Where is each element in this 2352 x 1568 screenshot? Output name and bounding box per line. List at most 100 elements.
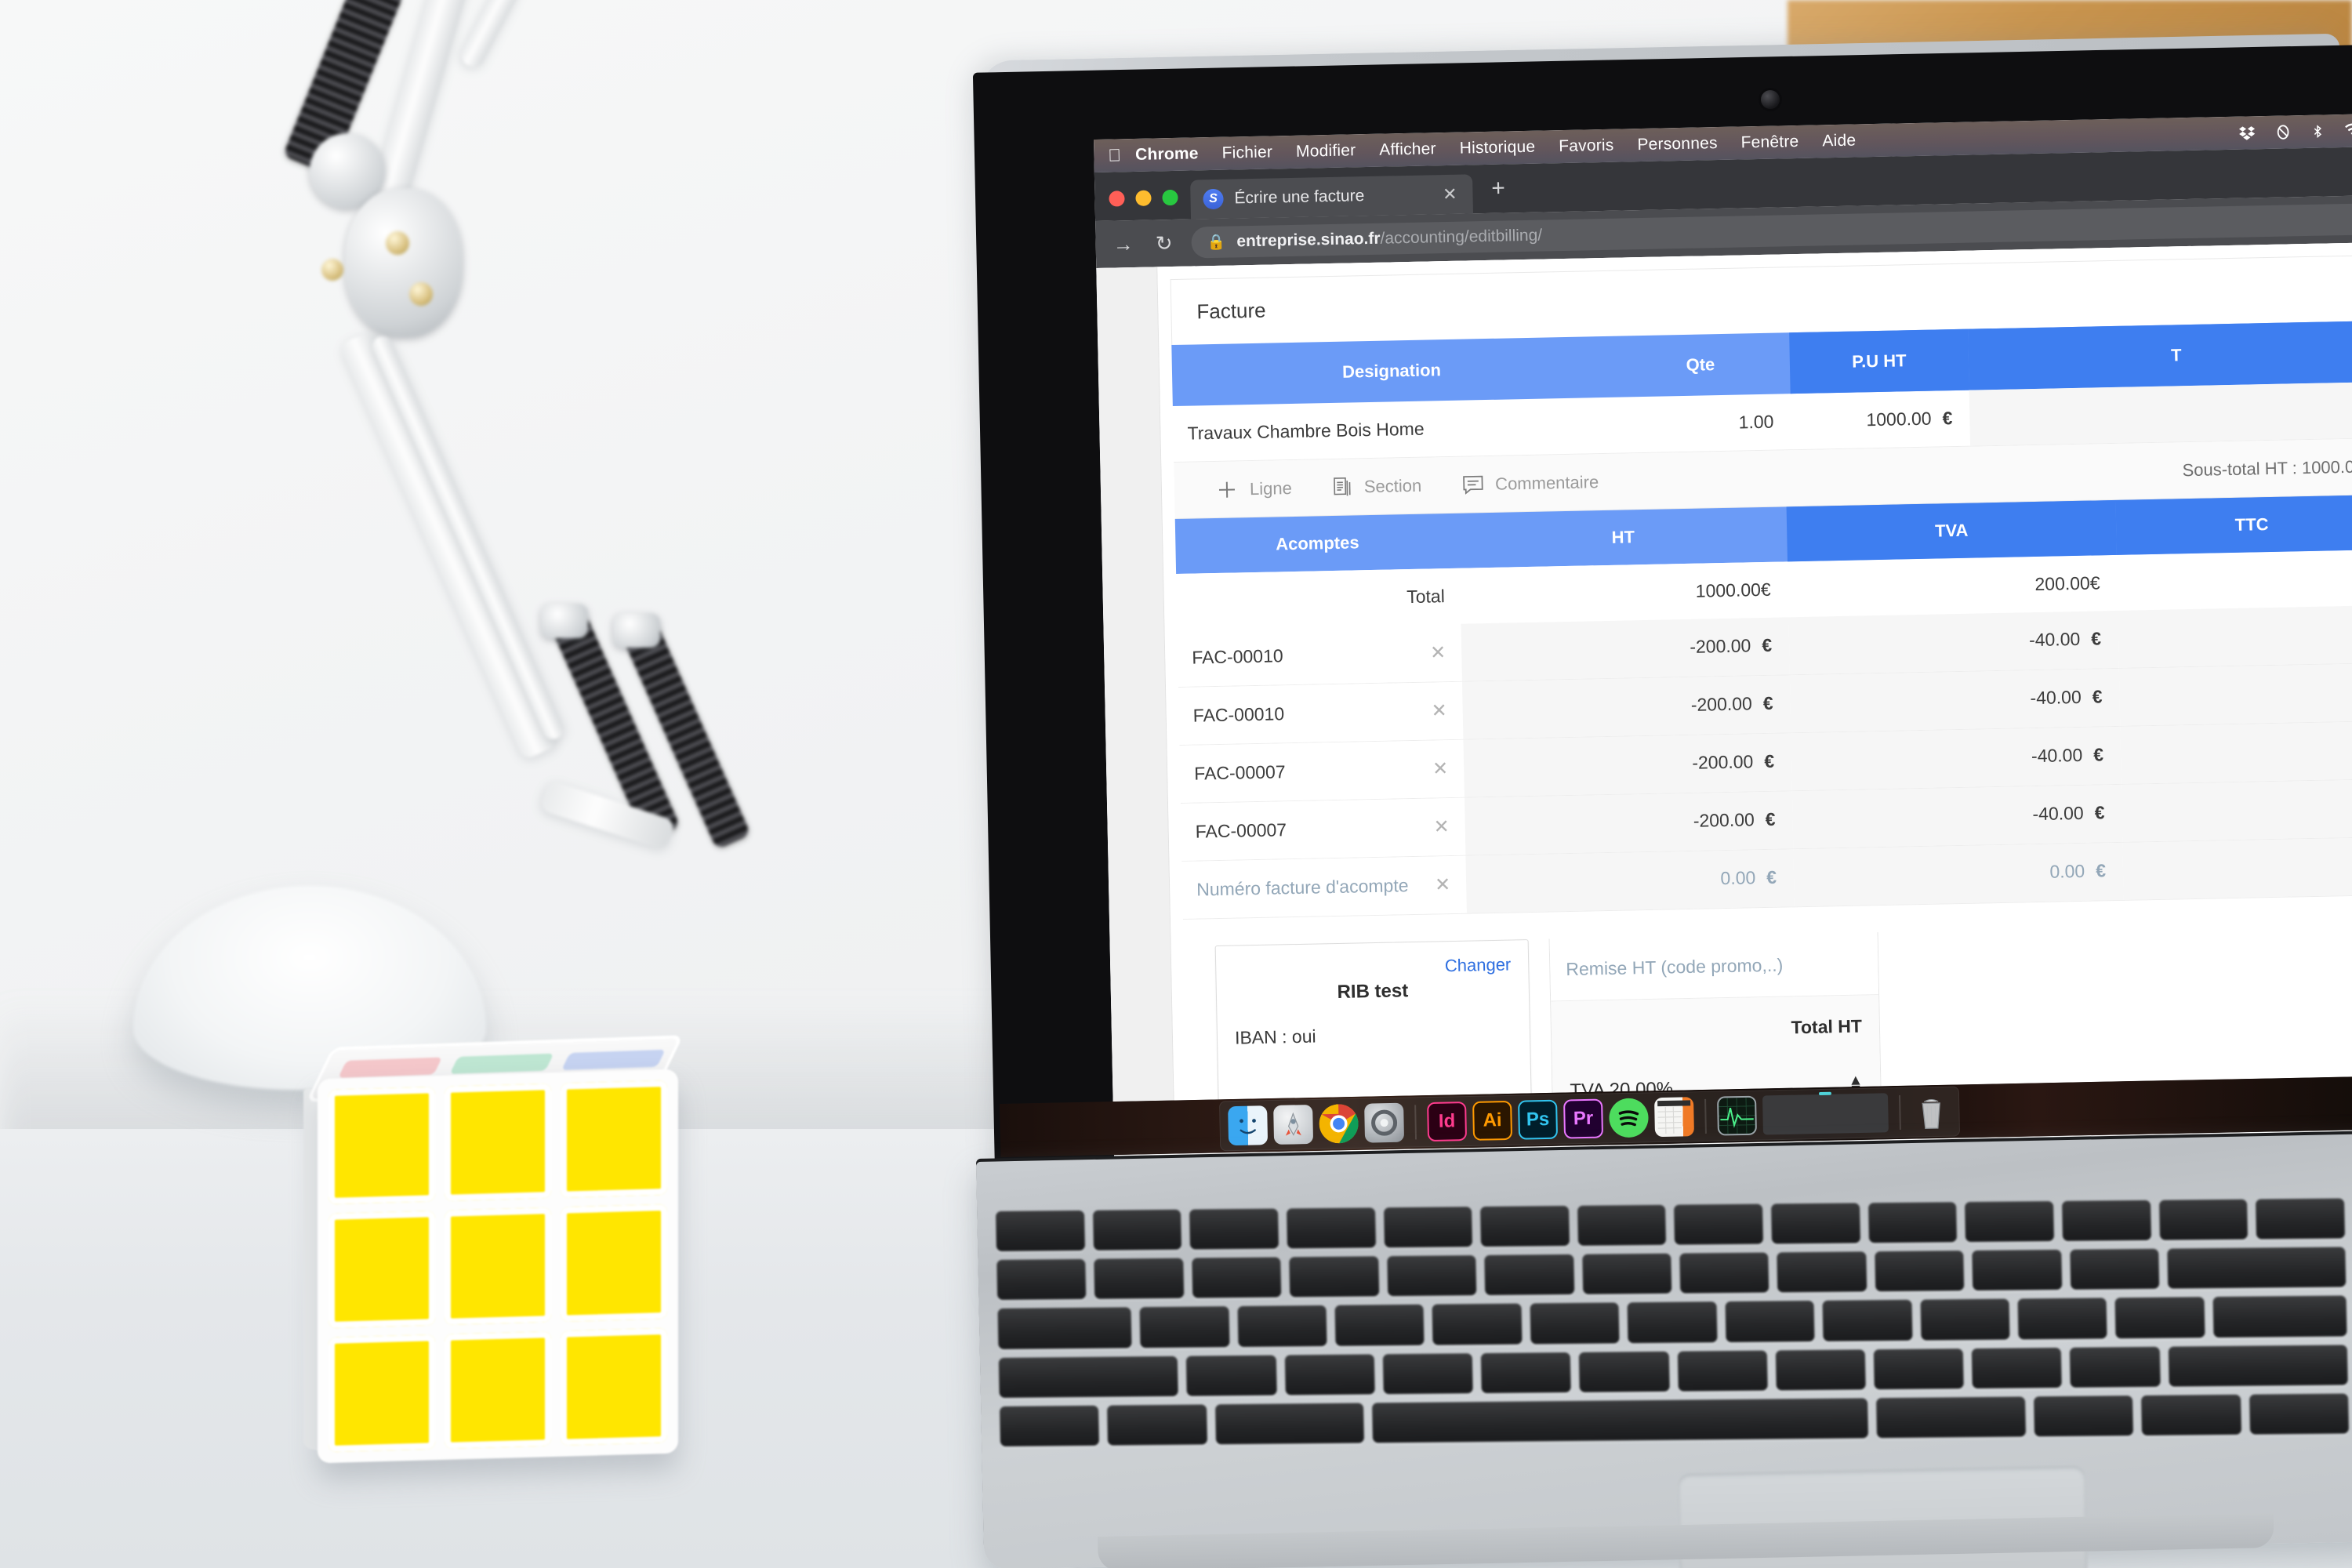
rib-name: RIB test <box>1337 980 1409 1003</box>
change-rib-link[interactable]: Changer <box>1233 955 1512 981</box>
web-page: Facture Designation Qte P.U HT T Travaux… <box>1096 242 2352 1138</box>
column-header-total[interactable]: T <box>1968 321 2352 390</box>
trash-icon[interactable] <box>1911 1092 1951 1132</box>
acompte-ht-value: -200.00 <box>1693 809 1755 831</box>
acompte-ht[interactable]: -200.00 € <box>1461 675 1791 739</box>
acomptes-table: Acomptes HT TVA TTC Total 1000.00€ 200.0… <box>1174 494 2352 920</box>
cell-designation[interactable]: Travaux Chambre Bois Home <box>1173 397 1613 462</box>
close-window-button[interactable] <box>1109 191 1125 207</box>
acompte-label-cell[interactable]: FAC-00007 ✕ <box>1181 797 1466 861</box>
wifi-icon[interactable] <box>2343 122 2352 140</box>
close-icon[interactable]: ✕ <box>1435 873 1451 896</box>
finder-icon[interactable] <box>1228 1105 1269 1146</box>
forward-icon[interactable]: → <box>1109 231 1137 256</box>
acompte-tva[interactable]: -40.00 € <box>1791 784 2123 849</box>
menu-item-afficher[interactable]: Afficher <box>1379 140 1436 159</box>
acompte-tva[interactable]: -40.00 € <box>1788 610 2119 675</box>
acompte-tva-value: -40.00 <box>2031 744 2083 767</box>
system-preferences-icon[interactable] <box>1364 1102 1405 1143</box>
browser-tab[interactable]: S Écrire une facture ✕ <box>1190 174 1473 220</box>
acompte-label: FAC-00007 <box>1195 819 1287 842</box>
acompte-tva[interactable]: 0.00 € <box>1793 842 2124 907</box>
apple-icon[interactable]:  <box>1108 145 1121 165</box>
add-section-button[interactable]: Section <box>1333 474 1422 498</box>
currency-symbol: € <box>2090 628 2102 649</box>
premiere-icon[interactable]: Pr <box>1563 1098 1604 1139</box>
close-icon[interactable]: ✕ <box>1432 757 1449 780</box>
currency-symbol: € <box>1760 579 1771 601</box>
add-line-label: Ligne <box>1249 477 1293 499</box>
laptop-keyboard[interactable] <box>996 1198 2350 1446</box>
indesign-icon[interactable]: Id <box>1427 1102 1468 1142</box>
acompte-ht[interactable]: 0.00 € <box>1465 849 1795 913</box>
close-icon[interactable]: ✕ <box>1439 184 1461 204</box>
calendar-icon[interactable] <box>1654 1097 1695 1138</box>
close-icon[interactable]: ✕ <box>1430 641 1446 664</box>
menu-item-fenetre[interactable]: Fenêtre <box>1740 132 1798 152</box>
url-path: /accounting/editbilling/ <box>1380 226 1543 248</box>
cell-pu-ht-value: 1000.00 <box>1866 408 1932 430</box>
column-header-designation[interactable]: Designation <box>1171 336 1611 406</box>
column-header-acomptes[interactable]: Acomptes <box>1175 514 1460 574</box>
page-title: Facture <box>1196 298 1266 324</box>
menu-item-personnes[interactable]: Personnes <box>1637 134 1718 154</box>
acompte-number-input[interactable]: Numéro facture d'acompte ✕ <box>1181 855 1467 919</box>
menu-item-chrome[interactable]: Chrome <box>1135 144 1199 165</box>
cell-pu-ht[interactable]: 1000.00 € <box>1791 390 1970 450</box>
acompte-ht[interactable]: -200.00 € <box>1464 791 1794 855</box>
maximize-window-button[interactable] <box>1162 189 1178 206</box>
acompte-tva[interactable]: -40.00 € <box>1789 668 2121 733</box>
currency-symbol: € <box>1762 634 1773 656</box>
reload-icon[interactable]: ↻ <box>1150 230 1178 256</box>
cube-sticker <box>328 1087 435 1205</box>
acompte-ttc[interactable] <box>2121 779 2352 842</box>
window-preview-icon[interactable] <box>1762 1091 1889 1135</box>
acompte-ht[interactable]: -200.00 € <box>1463 733 1792 797</box>
menu-item-aide[interactable]: Aide <box>1822 131 1856 151</box>
acompte-ttc[interactable] <box>2122 837 2352 900</box>
close-icon[interactable]: ✕ <box>1431 699 1447 722</box>
acomptes-total-tva-value: 200.00 <box>2034 572 2091 595</box>
acompte-ttc[interactable] <box>2120 720 2352 784</box>
dock-separator <box>1704 1098 1707 1134</box>
column-header-ht[interactable]: HT <box>1459 506 1788 568</box>
new-tab-button[interactable]: + <box>1472 175 1524 213</box>
close-icon[interactable]: ✕ <box>1433 815 1450 838</box>
menu-item-fichier[interactable]: Fichier <box>1221 143 1272 162</box>
acompte-tva[interactable]: -40.00 € <box>1791 726 2122 791</box>
column-header-ttc[interactable]: TTC <box>2115 494 2352 555</box>
acompte-tva-value: -40.00 <box>2032 802 2084 825</box>
acompte-label-cell[interactable]: FAC-00010 ✕ <box>1178 681 1464 745</box>
photoshop-icon[interactable]: Ps <box>1518 1099 1559 1140</box>
acompte-label-cell[interactable]: FAC-00010 ✕ <box>1177 623 1462 687</box>
cube-sticker <box>561 1327 667 1446</box>
lock-icon: 🔒 <box>1207 234 1226 252</box>
column-header-qte[interactable]: Qte <box>1610 332 1791 397</box>
menu-item-favoris[interactable]: Favoris <box>1559 136 1614 156</box>
add-line-button[interactable]: Ligne <box>1215 477 1292 502</box>
illustrator-icon[interactable]: Ai <box>1472 1100 1513 1141</box>
spotify-icon[interactable] <box>1609 1098 1650 1138</box>
add-comment-button[interactable]: Commentaire <box>1462 472 1599 495</box>
acompte-ht-value: -200.00 <box>1692 751 1754 773</box>
cell-total[interactable] <box>1969 382 2352 446</box>
menu-item-modifier[interactable]: Modifier <box>1296 141 1356 162</box>
launchpad-icon[interactable] <box>1273 1104 1314 1145</box>
column-header-tva[interactable]: TVA <box>1786 499 2117 562</box>
acompte-label-cell[interactable]: FAC-00007 ✕ <box>1179 739 1465 803</box>
acompte-ttc[interactable] <box>2118 604 2352 668</box>
acompte-ht[interactable]: -200.00 € <box>1461 617 1790 681</box>
do-not-disturb-icon[interactable] <box>2274 123 2292 140</box>
menu-item-historique[interactable]: Historique <box>1459 138 1535 158</box>
cell-qte[interactable]: 1.00 <box>1612 394 1791 453</box>
chrome-icon[interactable] <box>1319 1104 1359 1144</box>
minimize-window-button[interactable] <box>1135 190 1152 206</box>
bluetooth-icon[interactable] <box>2310 122 2325 140</box>
dropbox-icon[interactable] <box>2238 124 2256 141</box>
currency-symbol: € <box>2094 802 2105 823</box>
activity-monitor-icon[interactable] <box>1716 1095 1757 1136</box>
cube-sticker <box>561 1203 667 1322</box>
remise-ht-input[interactable]: Remise HT (code promo,..) <box>1549 932 1879 1002</box>
acompte-ttc[interactable] <box>2118 662 2352 726</box>
column-header-pu-ht[interactable]: P.U HT <box>1789 328 1969 394</box>
